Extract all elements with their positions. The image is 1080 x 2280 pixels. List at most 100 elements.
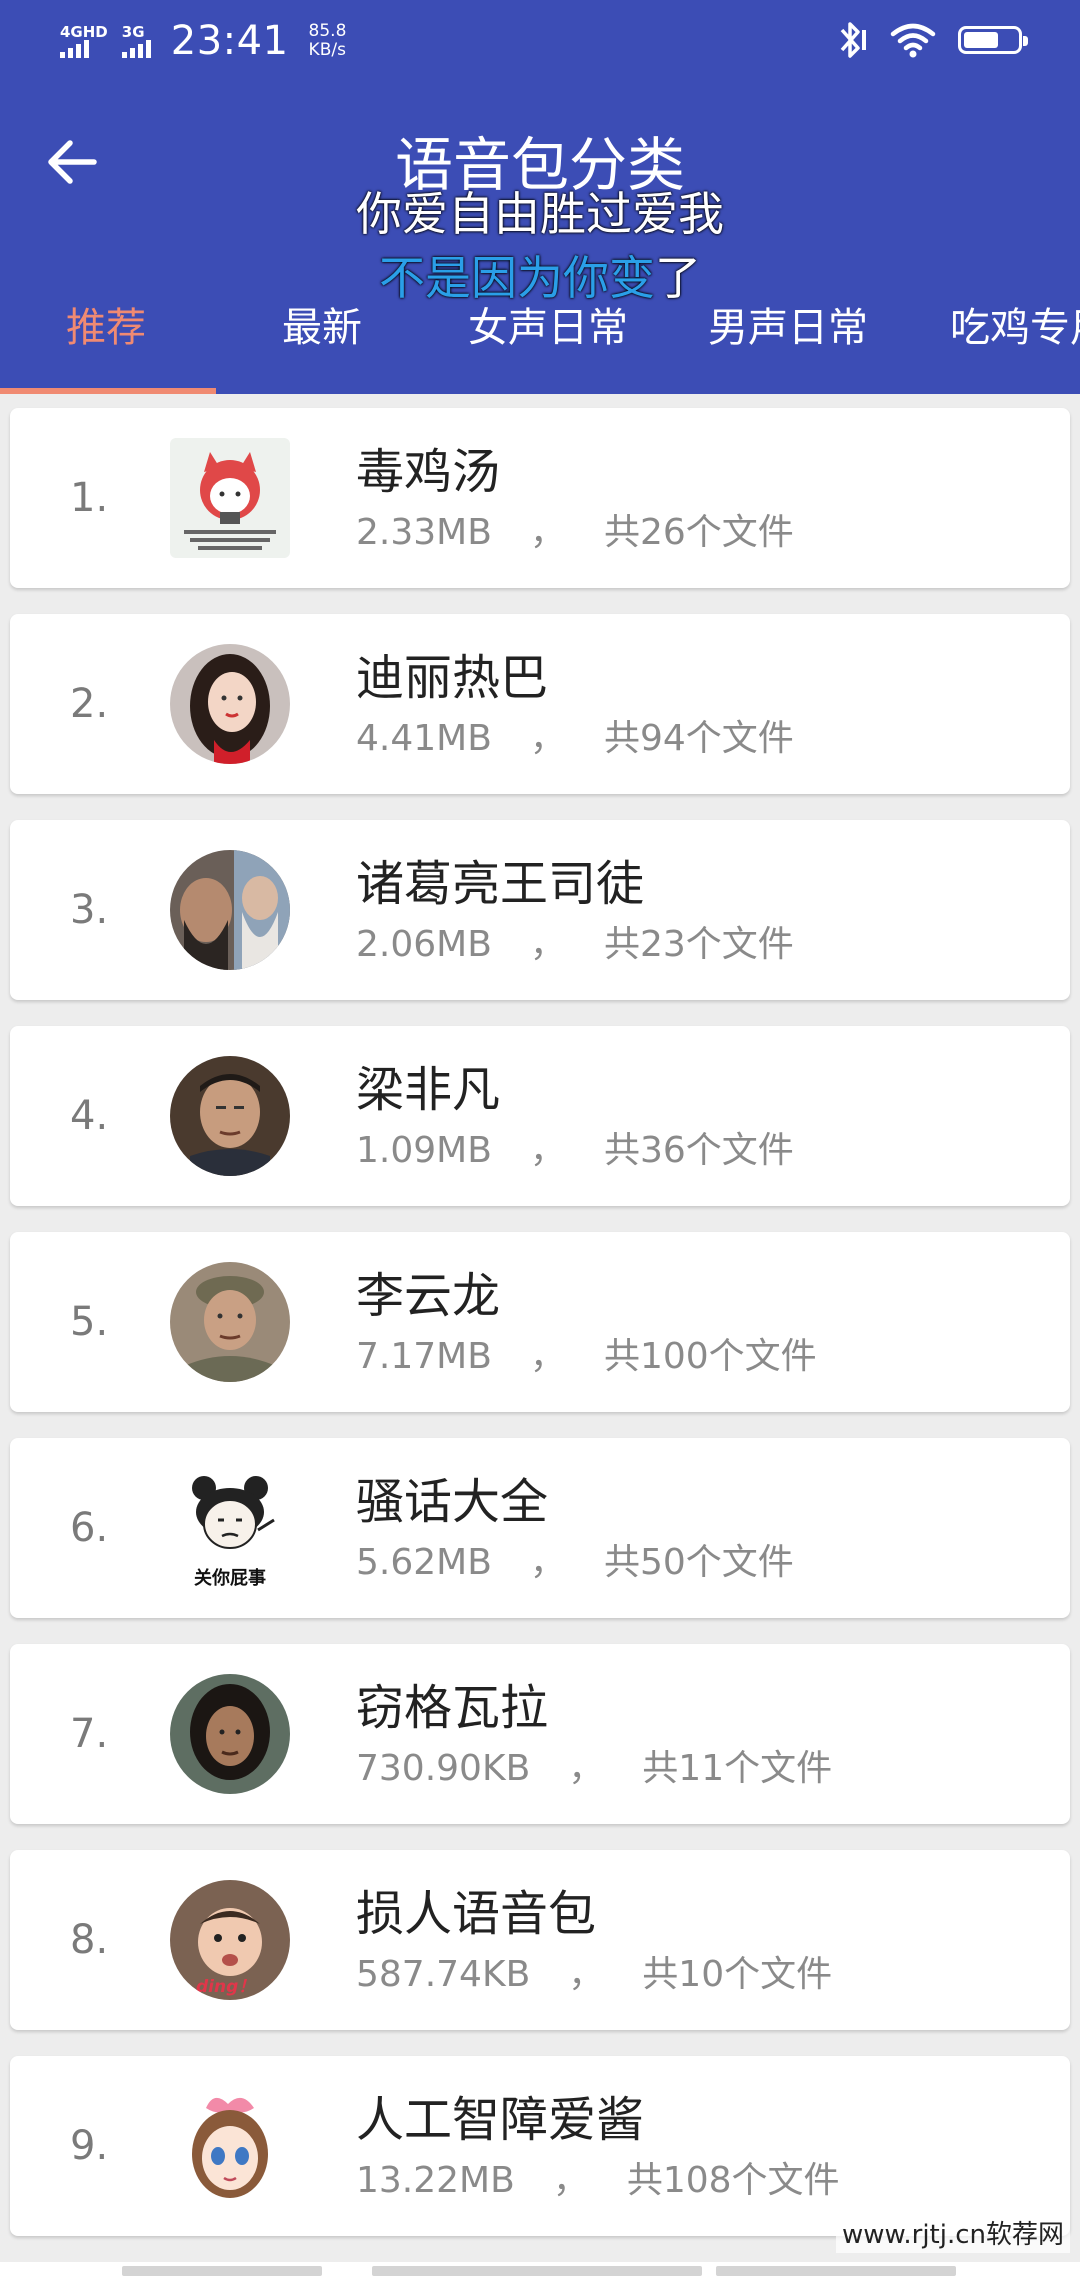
wifi-icon — [890, 23, 936, 58]
list-item[interactable]: 4. 梁非凡 1.09MB ， 共36个文件 — [10, 1026, 1070, 1206]
watermark: www.rjtj.cn软荐网 — [835, 2212, 1070, 2253]
item-file-count: 共100个文件 — [603, 1336, 817, 1377]
item-name: 骚话大全 — [356, 1474, 549, 1530]
item-file-count: 共11个文件 — [642, 1748, 833, 1789]
woman-avatar — [170, 644, 290, 764]
network-speed-unit: KB/s — [308, 40, 346, 60]
bottom-scroll-segment — [122, 2266, 322, 2276]
list-item[interactable]: 3. 诸葛亮王司徒 2.06MB ， 共23个文件 — [10, 820, 1070, 1000]
man-avatar — [170, 1056, 290, 1176]
item-meta: 1.09MB ， 共36个文件 — [356, 1128, 794, 1174]
item-file-count: 共50个文件 — [603, 1542, 794, 1583]
item-meta: 587.74KB ， 共10个文件 — [356, 1952, 832, 1998]
tab-recommended[interactable]: 推荐 — [66, 300, 146, 356]
list-item[interactable]: 2. 迪丽热巴 4.41MB ， 共94个文件 — [10, 614, 1070, 794]
list-item[interactable]: 6. 关你屁事 骚话大全 5.62MB ， 共50个文件 — [10, 1438, 1070, 1618]
item-size: 4.41MB — [356, 718, 492, 759]
app-bar: 4GHD 3G 23:41 85.8 KB/s 语音包分类 你爱自由胜过爱我 不… — [0, 0, 1080, 394]
item-file-count: 共23个文件 — [603, 924, 794, 965]
item-rank: 5. — [70, 1299, 109, 1345]
item-name: 毒鸡汤 — [356, 444, 501, 500]
item-rank: 7. — [70, 1711, 109, 1757]
item-rank: 2. — [70, 681, 109, 727]
tab-pubg[interactable]: 吃鸡专用 — [950, 300, 1080, 356]
item-rank: 3. — [70, 887, 109, 933]
item-name: 人工智障爱酱 — [356, 2092, 645, 2148]
item-name: 诸葛亮王司徒 — [356, 856, 645, 912]
cartoon-cat-avatar — [170, 438, 290, 558]
battery-icon — [958, 26, 1028, 54]
bottom-scroll-segment — [716, 2266, 956, 2276]
anime-girl-avatar — [170, 2086, 290, 2206]
active-tab-indicator — [0, 388, 216, 394]
long-hair-man-avatar — [170, 1674, 290, 1794]
tab-male-daily[interactable]: 男声日常 — [708, 300, 868, 356]
status-bar: 4GHD 3G 23:41 85.8 KB/s — [0, 0, 1080, 84]
baby-avatar: ding！ — [170, 1880, 290, 2000]
tab-female-daily[interactable]: 女声日常 — [468, 300, 628, 356]
baby-caption: ding！ — [196, 1977, 256, 1997]
list-item[interactable]: 7. 窃格瓦拉 730.90KB ， 共11个文件 — [10, 1644, 1070, 1824]
item-meta: 2.06MB ， 共23个文件 — [356, 922, 794, 968]
signal-bars-icon — [60, 40, 89, 58]
item-file-count: 共108个文件 — [626, 2160, 840, 2201]
soldier-avatar — [170, 1262, 290, 1382]
item-size: 2.33MB — [356, 512, 492, 553]
network-type-label-2: 3G — [121, 23, 145, 41]
list-item[interactable]: 8. ding！ 损人语音包 587.74KB ， 共10个文件 — [10, 1850, 1070, 2030]
item-file-count: 共10个文件 — [642, 1954, 833, 1995]
item-name: 梁非凡 — [356, 1062, 501, 1118]
item-separator: ， — [529, 924, 566, 965]
network-speed-value: 85.8 — [308, 21, 347, 41]
item-rank: 6. — [70, 1505, 109, 1551]
bottom-scroll-segment — [372, 2266, 702, 2276]
item-separator: ， — [529, 1130, 566, 1171]
signal-bars-icon-2 — [121, 40, 151, 58]
item-separator: ， — [568, 1954, 605, 1995]
network-speed: 85.8 KB/s — [309, 22, 347, 60]
item-separator: ， — [552, 2160, 589, 2201]
item-separator: ， — [529, 1542, 566, 1583]
item-size: 587.74KB — [356, 1954, 531, 1995]
network-indicator-1: 4GHD — [60, 24, 108, 58]
item-size: 1.09MB — [356, 1130, 492, 1171]
status-right — [834, 20, 1028, 60]
item-meta: 4.41MB ， 共94个文件 — [356, 716, 794, 762]
item-name: 李云龙 — [356, 1268, 501, 1324]
item-meta: 13.22MB ， 共108个文件 — [356, 2158, 840, 2204]
item-separator: ， — [529, 718, 566, 759]
item-name: 损人语音包 — [356, 1886, 597, 1942]
list-item[interactable]: 9. 人工智障爱酱 13.22MB ， 共108个文件 — [10, 2056, 1070, 2236]
bluetooth-icon — [840, 22, 866, 58]
item-meta: 7.17MB ， 共100个文件 — [356, 1334, 817, 1380]
item-rank: 4. — [70, 1093, 109, 1139]
list-item[interactable]: 5. 李云龙 7.17MB ， 共100个文件 — [10, 1232, 1070, 1412]
item-name: 迪丽热巴 — [356, 650, 549, 706]
item-meta: 2.33MB ， 共26个文件 — [356, 510, 794, 556]
item-file-count: 共36个文件 — [603, 1130, 794, 1171]
status-clock: 23:41 — [170, 18, 289, 64]
item-rank: 9. — [70, 2123, 109, 2169]
item-separator: ， — [568, 1748, 605, 1789]
item-size: 5.62MB — [356, 1542, 492, 1583]
meme-caption: 关你屁事 — [194, 1568, 266, 1588]
item-separator: ， — [529, 512, 566, 553]
list-item[interactable]: 1. 毒鸡汤 2.33MB ， 共26个文件 — [10, 408, 1070, 588]
item-rank: 8. — [70, 1917, 109, 1963]
status-left: 4GHD 3G 23:41 85.8 KB/s — [60, 18, 346, 64]
item-meta: 5.62MB ， 共50个文件 — [356, 1540, 794, 1586]
category-tabs: 推荐 最新 女声日常 男声日常 吃鸡专用 — [0, 290, 1080, 394]
lyric-line-1: 你爱自由胜过爱我 — [356, 187, 724, 241]
item-rank: 1. — [70, 475, 109, 521]
item-name: 窃格瓦拉 — [356, 1680, 549, 1736]
two-men-avatar — [170, 850, 290, 970]
item-file-count: 共94个文件 — [603, 718, 794, 759]
network-indicator-2: 3G — [121, 23, 151, 58]
item-separator: ， — [529, 1336, 566, 1377]
item-size: 7.17MB — [356, 1336, 492, 1377]
item-size: 13.22MB — [356, 2160, 515, 2201]
tab-latest[interactable]: 最新 — [282, 300, 362, 356]
item-size: 730.90KB — [356, 1748, 531, 1789]
item-size: 2.06MB — [356, 924, 492, 965]
meme-face-drawing — [192, 1476, 275, 1549]
